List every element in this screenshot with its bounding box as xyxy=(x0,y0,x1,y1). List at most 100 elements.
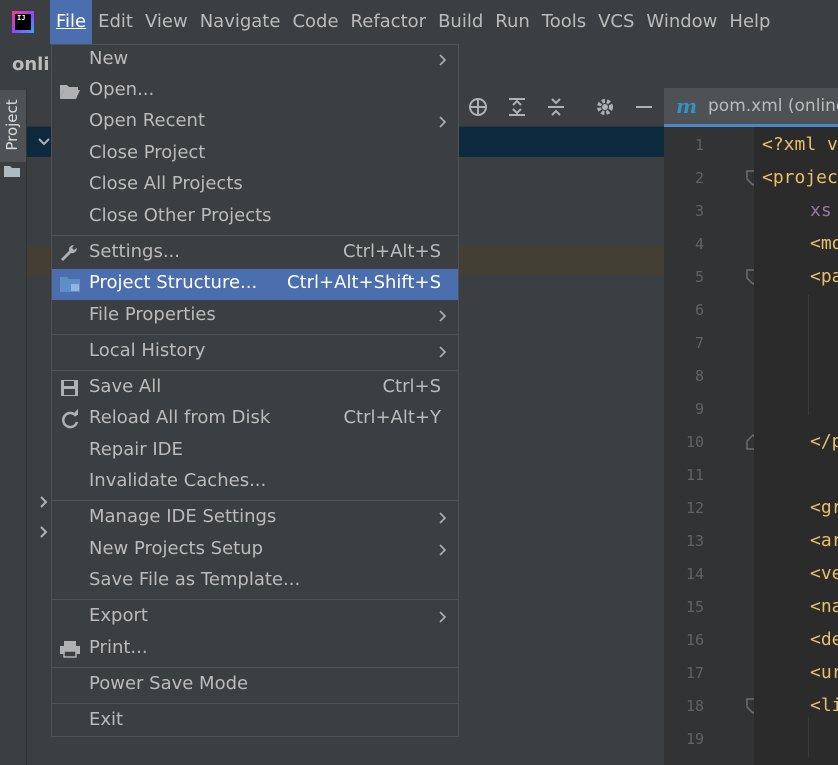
menu-item-label: Close Project xyxy=(89,142,206,163)
line-number: 18 xyxy=(685,697,704,715)
chevron-right-icon[interactable] xyxy=(37,525,51,539)
menu-item-open[interactable]: Open... xyxy=(52,76,458,107)
menu-item-power-save-mode[interactable]: Power Save Mode xyxy=(52,670,458,701)
line-number: 6 xyxy=(694,301,704,319)
tab-label: pom.xml (online xyxy=(708,96,838,116)
chevron-right-icon xyxy=(439,512,447,524)
line-number: 15 xyxy=(685,598,704,616)
menu-item-label: Print... xyxy=(89,637,148,658)
menu-item-open-recent[interactable]: Open Recent xyxy=(52,107,458,138)
project-tab-label: Project xyxy=(3,99,21,151)
menu-item-label: New Projects Setup xyxy=(89,538,264,559)
code-line: <?xml v xyxy=(762,134,838,155)
line-number: 10 xyxy=(685,433,704,451)
code-line: <de xyxy=(810,629,838,650)
menu-item-new-projects-setup[interactable]: New Projects Setup xyxy=(52,535,458,566)
menu-item-export[interactable]: Export xyxy=(52,602,458,633)
menu-item-label: Export xyxy=(89,605,148,626)
menu-file[interactable]: File xyxy=(50,0,93,44)
menu-item-label: File Properties xyxy=(89,304,216,325)
menu-item-label: Save File as Template... xyxy=(89,569,301,590)
gear-icon[interactable] xyxy=(594,96,616,118)
menu-item-shortcut: Ctrl+Alt+Shift+S xyxy=(287,272,441,293)
code-line: </p xyxy=(810,431,838,452)
menu-build[interactable]: Build xyxy=(432,0,489,44)
menu-edit[interactable]: Edit xyxy=(92,0,139,44)
editor-tab-bar: m pom.xml (online xyxy=(664,88,838,127)
chevron-right-icon xyxy=(439,116,447,128)
menu-item-repair-ide[interactable]: Repair IDE xyxy=(52,436,458,467)
line-number: 9 xyxy=(694,400,704,418)
menu-separator xyxy=(52,235,458,236)
menu-item-label: Manage IDE Settings xyxy=(89,506,277,527)
line-number: 19 xyxy=(685,730,704,748)
line-number: 5 xyxy=(694,268,704,286)
code-line: <projec xyxy=(762,167,838,188)
menu-item-project-structure[interactable]: Project Structure... Ctrl+Alt+Shift+S xyxy=(52,269,458,300)
menu-item-save-all[interactable]: Save All Ctrl+S xyxy=(52,373,458,404)
menu-refactor[interactable]: Refactor xyxy=(345,0,433,44)
menu-item-invalidate-caches[interactable]: Invalidate Caches... xyxy=(52,467,458,498)
menu-item-label: Open... xyxy=(89,79,155,100)
menu-item-local-history[interactable]: Local History xyxy=(52,337,458,368)
line-number: 3 xyxy=(694,202,704,220)
code-line: <li xyxy=(810,695,838,716)
line-number: 4 xyxy=(694,235,704,253)
menu-item-print[interactable]: Print... xyxy=(52,634,458,665)
menu-view[interactable]: View xyxy=(139,0,194,44)
menu-item-manage-ide-settings[interactable]: Manage IDE Settings xyxy=(52,503,458,534)
intellij-logo-icon: IJ xyxy=(12,11,34,33)
code-line: xs xyxy=(810,200,832,221)
chevron-right-icon[interactable] xyxy=(37,495,51,509)
chevron-right-icon xyxy=(439,611,447,623)
menu-run[interactable]: Run xyxy=(489,0,536,44)
menu-item-new[interactable]: New xyxy=(52,45,458,76)
collapse-all-icon[interactable] xyxy=(545,96,567,118)
wrench-icon xyxy=(61,244,78,261)
project-breadcrumb[interactable]: onli xyxy=(12,54,50,75)
menu-item-label: Reload All from Disk xyxy=(89,407,271,428)
menu-navigate[interactable]: Navigate xyxy=(194,0,287,44)
indent-guide xyxy=(808,295,809,415)
line-number: 12 xyxy=(685,499,704,517)
line-number: 11 xyxy=(685,466,704,484)
line-number: 8 xyxy=(694,367,704,385)
menu-item-close-other-projects[interactable]: Close Other Projects xyxy=(52,202,458,233)
menu-item-close-project[interactable]: Close Project xyxy=(52,139,458,170)
menu-code[interactable]: Code xyxy=(286,0,344,44)
folder-icon[interactable] xyxy=(3,164,21,178)
line-number: 17 xyxy=(685,664,704,682)
menu-item-settings[interactable]: Settings... Ctrl+Alt+S xyxy=(52,238,458,269)
menu-tools[interactable]: Tools xyxy=(536,0,592,44)
menu-item-label: Exit xyxy=(89,709,124,730)
menu-item-label: Invalidate Caches... xyxy=(89,470,267,491)
editor-tab-pom-xml[interactable]: m pom.xml (online xyxy=(664,88,838,127)
tool-window-stripe xyxy=(0,88,27,765)
line-number: 1 xyxy=(694,136,704,154)
chevron-down-icon[interactable] xyxy=(37,135,51,149)
code-line: <gr xyxy=(810,497,838,518)
menu-item-file-properties[interactable]: File Properties xyxy=(52,301,458,332)
menu-vcs[interactable]: VCS xyxy=(592,0,640,44)
code-line: <ur xyxy=(810,662,838,683)
code-editor[interactable]: <?xml v <projec xs <mo <pa </p <gr <ar <… xyxy=(754,127,838,765)
reload-icon xyxy=(62,409,79,429)
menu-item-close-all-projects[interactable]: Close All Projects xyxy=(52,170,458,201)
menu-item-reload-all-from-disk[interactable]: Reload All from Disk Ctrl+Alt+Y xyxy=(52,404,458,435)
menu-item-label: Close Other Projects xyxy=(89,205,272,226)
expand-all-icon[interactable] xyxy=(506,96,528,118)
chevron-right-icon xyxy=(439,54,447,66)
line-number: 2 xyxy=(694,169,704,187)
line-number: 16 xyxy=(685,631,704,649)
menu-help[interactable]: Help xyxy=(723,0,776,44)
menu-item-label: Open Recent xyxy=(89,110,206,131)
minimize-icon[interactable] xyxy=(633,96,655,118)
crosshair-icon[interactable] xyxy=(467,96,489,118)
line-number: 14 xyxy=(685,565,704,583)
folder-open-icon xyxy=(60,85,80,99)
printer-icon xyxy=(60,641,80,658)
menu-item-save-file-as-template[interactable]: Save File as Template... xyxy=(52,566,458,597)
menu-item-exit[interactable]: Exit xyxy=(52,706,458,737)
menu-window[interactable]: Window xyxy=(640,0,723,44)
menu-separator xyxy=(52,703,458,704)
